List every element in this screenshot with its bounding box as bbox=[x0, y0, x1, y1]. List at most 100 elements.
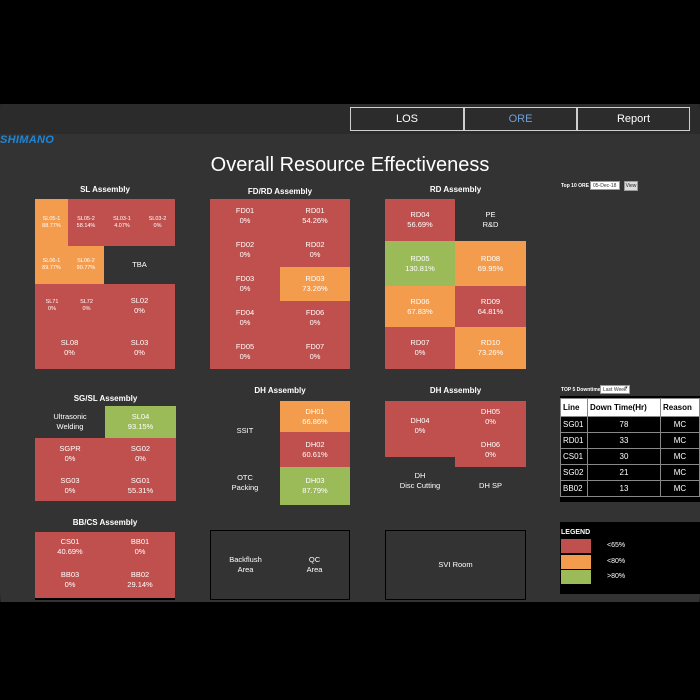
tile-sl05-2[interactable]: SL05-2 58.14% bbox=[68, 199, 104, 246]
section-title-sgsl: SG/SL Assembly bbox=[73, 394, 138, 403]
tile-dh03[interactable]: DH03 87.79% bbox=[280, 467, 350, 505]
downtime-label: TOP 5 Downtime : bbox=[561, 387, 604, 393]
tile-dh-sp[interactable]: DH SP bbox=[455, 467, 526, 505]
tile-rd01[interactable]: RD01 54.26% bbox=[280, 199, 350, 233]
tile-bb03[interactable]: BB03 0% bbox=[35, 561, 105, 598]
tile-qc-area[interactable]: QC Area bbox=[280, 531, 349, 599]
tile-dh02[interactable]: DH02 60.61% bbox=[280, 432, 350, 467]
tile-bb01[interactable]: BB01 0% bbox=[105, 532, 175, 561]
section-title-sl: SL Assembly bbox=[80, 185, 130, 194]
downtime-header-reason: Reason bbox=[660, 398, 700, 417]
table-row: BB02 13 MC bbox=[560, 480, 700, 497]
downtime-header-line: Line bbox=[560, 398, 588, 417]
tile-fd04[interactable]: FD04 0% bbox=[210, 301, 280, 335]
shimano-logo: SHIMANO bbox=[0, 134, 55, 146]
page-title: Overall Resource Effectiveness bbox=[210, 154, 490, 176]
tile-dh-disc-cutting[interactable]: DH Disc Cutting bbox=[385, 457, 455, 505]
tile-pe-rnd[interactable]: PE R&D bbox=[455, 199, 526, 241]
tile-sg02[interactable]: SG02 0% bbox=[105, 438, 176, 470]
tile-sl05-1[interactable]: SL05-1 88.77% bbox=[35, 199, 68, 246]
tile-sl03-2[interactable]: SL03-2 0% bbox=[140, 199, 175, 246]
downtime-hours: 33 bbox=[587, 432, 661, 449]
downtime-header-time: Down Time(Hr) bbox=[587, 398, 661, 417]
downtime-reason: MC bbox=[660, 480, 700, 497]
legend-label-green: >80% bbox=[607, 573, 626, 580]
tile-sgpr[interactable]: SGPR 0% bbox=[35, 438, 105, 470]
tile-rd09[interactable]: RD09 64.81% bbox=[455, 286, 526, 327]
screenshot-frame: LOS ORE Report SHIMANO Overall Resource … bbox=[0, 0, 700, 700]
top10-label: Top 10 ORE : bbox=[561, 183, 593, 189]
tile-sl08[interactable]: SL08 0% bbox=[35, 327, 104, 369]
tile-bb02[interactable]: BB02 29.14% bbox=[105, 561, 175, 598]
top-nav-bar: LOS ORE Report bbox=[0, 104, 700, 134]
tile-svi-room[interactable]: SVI Room bbox=[386, 531, 525, 599]
tile-cs01[interactable]: CS01 40.69% bbox=[35, 532, 105, 561]
tile-rd05[interactable]: RD05 130.81% bbox=[385, 241, 455, 286]
tile-sl03-1[interactable]: SL03-1 4.07% bbox=[104, 199, 140, 246]
tile-sl04[interactable]: SL04 93.15% bbox=[105, 406, 176, 438]
tile-otc-packing[interactable]: OTC Packing bbox=[210, 461, 280, 505]
tile-ultrasonic-welding[interactable]: Ultrasonic Welding bbox=[35, 406, 105, 438]
tile-dh04[interactable]: DH04 0% bbox=[385, 401, 455, 451]
tile-fd03[interactable]: FD03 0% bbox=[210, 267, 280, 301]
legend-label-red: <65% bbox=[607, 542, 626, 549]
section-title-dh-2: DH Assembly bbox=[429, 386, 482, 395]
tile-sg01[interactable]: SG01 55.31% bbox=[105, 470, 176, 501]
legend-swatch-orange bbox=[561, 555, 591, 569]
tile-sg03[interactable]: SG03 0% bbox=[35, 470, 105, 501]
tile-rd06[interactable]: RD06 67.83% bbox=[385, 286, 455, 327]
tile-rd08[interactable]: RD08 69.95% bbox=[455, 241, 526, 286]
tile-dh05[interactable]: DH05 0% bbox=[455, 401, 526, 433]
tile-fd01[interactable]: FD01 0% bbox=[210, 199, 280, 233]
top10-date-input[interactable]: 05-Dec-18 bbox=[590, 181, 620, 190]
chevron-down-icon: ▾ bbox=[625, 385, 628, 391]
table-row: RD01 33 MC bbox=[560, 432, 700, 449]
tile-rd02[interactable]: RD02 0% bbox=[280, 233, 350, 267]
table-row: SG02 21 MC bbox=[560, 464, 700, 481]
tile-sl02[interactable]: SL02 0% bbox=[104, 284, 175, 327]
tile-rd03[interactable]: RD03 73.26% bbox=[280, 267, 350, 301]
downtime-table: Line Down Time(Hr) Reason SG01 78 MC RD0… bbox=[560, 398, 700, 497]
legend-label-orange: <80% bbox=[607, 558, 626, 565]
downtime-hours: 21 bbox=[587, 464, 661, 481]
section-title-fdrd: FD/RD Assembly bbox=[247, 187, 313, 196]
tile-dh01[interactable]: DH01 66.86% bbox=[280, 401, 350, 432]
tile-rd07[interactable]: RD07 0% bbox=[385, 327, 455, 369]
legend-swatch-green bbox=[561, 570, 591, 584]
tile-sl06-2[interactable]: SL06-2 90.77% bbox=[68, 246, 104, 284]
downtime-reason: MC bbox=[660, 432, 700, 449]
tile-fd02[interactable]: FD02 0% bbox=[210, 233, 280, 267]
tile-tba[interactable]: TBA bbox=[104, 246, 175, 284]
section-title-bbcs: BB/CS Assembly bbox=[72, 518, 138, 527]
tab-los[interactable]: LOS bbox=[350, 107, 464, 131]
downtime-hours: 78 bbox=[587, 416, 661, 433]
downtime-hours: 13 bbox=[587, 480, 661, 497]
tile-sl72[interactable]: SL72 0% bbox=[69, 284, 104, 327]
downtime-line: CS01 bbox=[560, 448, 588, 465]
downtime-reason: MC bbox=[660, 464, 700, 481]
tile-sl03[interactable]: SL03 0% bbox=[104, 327, 175, 369]
table-row: SG01 78 MC bbox=[560, 416, 700, 433]
downtime-line: BB02 bbox=[560, 480, 588, 497]
legend-swatch-red bbox=[561, 539, 591, 553]
tile-sl06-1[interactable]: SL06-1 89.77% bbox=[35, 246, 68, 284]
tile-sl71[interactable]: SL71 0% bbox=[35, 284, 69, 327]
tab-ore[interactable]: ORE bbox=[464, 107, 577, 131]
section-title-rd: RD Assembly bbox=[429, 185, 482, 194]
tile-dh06[interactable]: DH06 0% bbox=[455, 433, 526, 467]
tab-report[interactable]: Report bbox=[577, 107, 690, 131]
tile-rd04[interactable]: RD04 56.69% bbox=[385, 199, 455, 241]
top10-chart-area bbox=[560, 194, 700, 374]
downtime-reason: MC bbox=[660, 416, 700, 433]
downtime-hours: 30 bbox=[587, 448, 661, 465]
table-row: CS01 30 MC bbox=[560, 448, 700, 465]
section-title-dh-1: DH Assembly bbox=[254, 386, 306, 395]
downtime-line: SG02 bbox=[560, 464, 588, 481]
tile-fd05[interactable]: FD05 0% bbox=[210, 335, 280, 369]
tile-fd06[interactable]: FD06 0% bbox=[280, 301, 350, 335]
tile-rd10[interactable]: RD10 73.26% bbox=[455, 327, 526, 369]
tile-ssit[interactable]: SSIT bbox=[210, 401, 280, 461]
tile-fd07[interactable]: FD07 0% bbox=[280, 335, 350, 369]
tile-backflush-area[interactable]: Backflush Area bbox=[211, 531, 280, 599]
top10-view-button[interactable]: View bbox=[624, 181, 638, 191]
